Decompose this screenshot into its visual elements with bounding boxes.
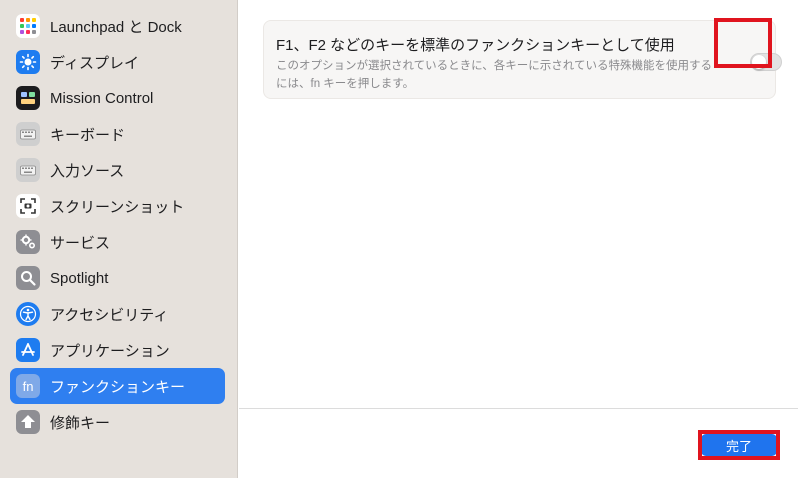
sidebar-item-label: アプリケーション [50, 342, 170, 360]
sidebar: Launchpad と Dock ディスプレイ Mission Control … [0, 0, 238, 478]
sidebar-item-label: Mission Control [50, 89, 154, 107]
sidebar-item-modifier-keys[interactable]: 修飾キー [10, 404, 225, 440]
sidebar-item-spotlight[interactable]: Spotlight [10, 260, 225, 296]
fn-icon-text: fn [22, 378, 34, 394]
sidebar-item-label: サービス [50, 234, 111, 252]
sidebar-item-label: 入力ソース [50, 162, 125, 180]
sidebar-item-accessibility[interactable]: アクセシビリティ [10, 296, 225, 332]
sidebar-item-services[interactable]: サービス [10, 224, 225, 260]
search-icon [16, 266, 40, 290]
sidebar-item-input-sources[interactable]: 入力ソース [10, 152, 225, 188]
sidebar-item-launchpad-dock[interactable]: Launchpad と Dock [10, 8, 225, 44]
toggle-knob [752, 55, 766, 69]
sidebar-item-label: キーボード [50, 126, 126, 144]
sidebar-item-label: スクリーンショット [50, 198, 185, 216]
modifier-key-icon [16, 410, 40, 434]
sidebar-item-keyboard[interactable]: キーボード [10, 116, 225, 152]
done-button[interactable]: 完了 [701, 434, 777, 456]
sidebar-item-applications[interactable]: アプリケーション [10, 332, 225, 368]
mission-control-icon [16, 86, 40, 110]
main-pane: F1、F2 などのキーを標準のファンクションキーとして使用 このオプションが選択… [239, 0, 798, 478]
accessibility-icon [16, 302, 40, 326]
function-key-toggle[interactable] [750, 53, 782, 71]
keyboard-icon [16, 122, 40, 146]
sidebar-item-label: ディスプレイ [50, 54, 139, 72]
setting-description: このオプションが選択されているときに、各キーに示されている特殊機能を使用するには… [276, 60, 712, 90]
function-key-setting-card: F1、F2 などのキーを標準のファンクションキーとして使用 このオプションが選択… [263, 20, 782, 99]
sidebar-item-function-keys[interactable]: fn ファンクションキー [10, 368, 225, 404]
input-source-icon [16, 158, 40, 182]
screenshot-icon [16, 194, 40, 218]
sidebar-item-mission-control[interactable]: Mission Control [10, 80, 225, 116]
launchpad-icon [16, 14, 40, 38]
sidebar-item-label: Launchpad と Dock [50, 18, 182, 36]
sidebar-item-label: ファンクションキー [50, 378, 186, 396]
footer-divider [239, 408, 798, 409]
sidebar-item-screenshot[interactable]: スクリーンショット [10, 188, 225, 224]
fn-icon: fn [16, 374, 40, 398]
sidebar-item-display[interactable]: ディスプレイ [10, 44, 225, 80]
setting-title: F1、F2 などのキーを標準のファンクションキーとして使用 [276, 37, 675, 54]
sidebar-item-label: アクセシビリティ [50, 306, 169, 324]
sidebar-item-label: 修飾キー [50, 414, 111, 432]
gear-icon [16, 230, 40, 254]
app-store-icon [16, 338, 40, 362]
display-icon [16, 50, 40, 74]
sidebar-item-label: Spotlight [50, 269, 109, 287]
